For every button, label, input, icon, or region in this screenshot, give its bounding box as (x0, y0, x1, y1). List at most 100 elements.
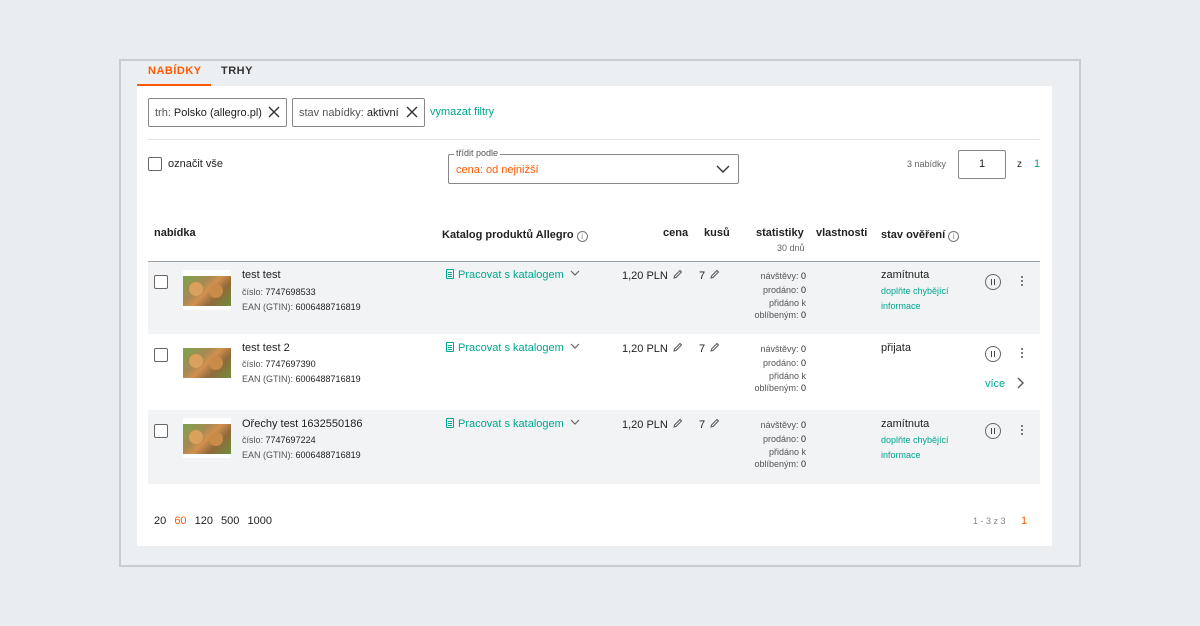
header-catalog-label: Katalog produktů Allegro (442, 229, 574, 241)
offer-title[interactable]: Ořechy test 1632550186 (242, 418, 362, 430)
qty-value: 7 (699, 419, 706, 431)
header-verification: stav ověření i (881, 229, 960, 242)
qty-value: 7 (699, 270, 706, 282)
pause-icon[interactable] (985, 346, 1001, 362)
close-icon[interactable] (267, 105, 281, 119)
filter-chip-status[interactable]: stav nabídky: aktivní (292, 98, 425, 127)
catalog-label: Pracovat s katalogem (458, 269, 564, 281)
sort-value: cena: od nejnižší (456, 164, 539, 176)
offer-ean-label: EAN (GTIN): (242, 302, 293, 312)
stat-visits-label: návštěvy: (760, 271, 799, 281)
offer-title[interactable]: test test 2 (242, 342, 290, 354)
close-icon[interactable] (405, 105, 419, 119)
row-checkbox[interactable] (154, 348, 168, 362)
stat-fav: oblíbeným: 0 (746, 309, 806, 321)
pause-icon[interactable] (985, 274, 1001, 290)
complete-info-link[interactable]: doplňte chybějící informace (881, 433, 961, 463)
offer-number: číslo: 7747697390 (242, 359, 316, 369)
stat-fav-line1: přidáno k (768, 447, 806, 457)
offer-number-label: číslo: (242, 435, 264, 445)
stat-sold-value: 0 (800, 358, 806, 368)
header-qty[interactable]: kusů (704, 227, 730, 239)
stat-visits: návštěvy: 0 (746, 342, 806, 356)
complete-info-link[interactable]: doplňte chybějící informace (881, 284, 961, 314)
stats-cell: návštěvy: 0 prodáno: 0 přidáno k oblíben… (746, 342, 806, 394)
pencil-icon[interactable] (672, 342, 683, 353)
stat-visits-label: návštěvy: (760, 344, 799, 354)
chevron-down-icon (570, 270, 580, 276)
price-cell: 1,20 PLN (622, 342, 683, 355)
tab-markets[interactable]: TRHY (221, 61, 253, 86)
clear-filters-link[interactable]: vymazat filtry (430, 106, 494, 118)
price-value: 1,20 PLN (622, 270, 668, 282)
row-checkbox[interactable] (154, 275, 168, 289)
select-all-checkbox[interactable] (148, 157, 162, 171)
page-size-option[interactable]: 500 (221, 515, 239, 527)
product-thumbnail[interactable] (183, 418, 231, 458)
header-properties: vlastnosti (816, 227, 868, 239)
stat-fav-label: oblíbeným: (754, 459, 799, 469)
offer-ean: EAN (GTIN): 6006488716819 (242, 450, 361, 460)
pagination-current-page[interactable]: 1 (1021, 515, 1027, 527)
pencil-icon[interactable] (672, 418, 683, 429)
header-price[interactable]: cena (663, 227, 688, 239)
price-cell: 1,20 PLN (622, 418, 683, 431)
stat-visits: návštěvy: 0 (746, 269, 806, 283)
header-stats: statistiky (756, 227, 804, 239)
page-size-option[interactable]: 1000 (247, 515, 271, 527)
pencil-icon[interactable] (709, 342, 720, 353)
stats-cell: návštěvy: 0 prodáno: 0 přidáno k oblíben… (746, 418, 806, 470)
header-offer: nabídka (154, 227, 196, 239)
pencil-icon[interactable] (672, 269, 683, 280)
more-options-icon[interactable] (1018, 425, 1026, 439)
more-link[interactable]: více (985, 378, 1005, 390)
complete-info-line2: informace (881, 450, 921, 460)
filter-chip-market[interactable]: trh: Polsko (allegro.pl) (148, 98, 287, 127)
offer-title[interactable]: test test (242, 269, 281, 281)
verification-status: přijata (881, 342, 911, 354)
row-checkbox[interactable] (154, 424, 168, 438)
stat-fav: oblíbeným: 0 (746, 458, 806, 470)
offers-count: 3 nabídky (907, 159, 947, 169)
page-size-option-active[interactable]: 60 (174, 515, 186, 527)
document-icon (446, 418, 454, 428)
catalog-dropdown[interactable]: Pracovat s katalogem (446, 342, 580, 354)
offer-ean-value: 6006488716819 (295, 450, 361, 460)
more-options-icon[interactable] (1018, 348, 1026, 362)
sort-select[interactable]: třídit podle cena: od nejnižší (448, 148, 739, 184)
header-stats-period: 30 dnů (777, 243, 805, 253)
stat-sold-value: 0 (800, 434, 806, 444)
pencil-icon[interactable] (709, 418, 720, 429)
verification-status: zamítnuta (881, 418, 930, 430)
price-cell: 1,20 PLN (622, 269, 683, 282)
catalog-dropdown[interactable]: Pracovat s katalogem (446, 269, 580, 281)
page-number-input[interactable]: 1 (958, 150, 1006, 179)
tab-offers[interactable]: NABÍDKY (148, 61, 202, 86)
complete-info-line1: doplňte chybějící (881, 286, 949, 296)
more-options-icon[interactable] (1018, 276, 1026, 290)
catalog-dropdown[interactable]: Pracovat s katalogem (446, 418, 580, 430)
stat-sold: prodáno: 0 (746, 356, 806, 370)
product-thumbnail[interactable] (183, 342, 231, 382)
tab-bar: NABÍDKY TRHY (137, 61, 337, 87)
stat-visits: návštěvy: 0 (746, 418, 806, 432)
stat-visits-value: 0 (800, 344, 806, 354)
product-thumbnail[interactable] (183, 270, 231, 310)
chevron-right-icon[interactable] (1016, 377, 1024, 389)
offer-number-value: 7747697390 (265, 359, 316, 369)
pencil-icon[interactable] (709, 269, 720, 280)
complete-info-line2: informace (881, 301, 921, 311)
info-icon[interactable]: i (948, 231, 960, 242)
offer-ean-label: EAN (GTIN): (242, 374, 293, 384)
offer-ean-label: EAN (GTIN): (242, 450, 293, 460)
info-icon[interactable]: i (576, 231, 588, 242)
page-total-link[interactable]: 1 (1034, 158, 1040, 170)
stat-visits-value: 0 (800, 271, 806, 281)
pause-icon[interactable] (985, 423, 1001, 439)
active-tab-indicator (137, 84, 211, 86)
stat-fav: oblíbeným: 0 (746, 382, 806, 394)
sort-legend: třídit podle (454, 148, 501, 158)
page-size-option[interactable]: 120 (195, 515, 213, 527)
page-size-option[interactable]: 20 (154, 515, 166, 527)
qty-cell: 7 (699, 342, 720, 355)
